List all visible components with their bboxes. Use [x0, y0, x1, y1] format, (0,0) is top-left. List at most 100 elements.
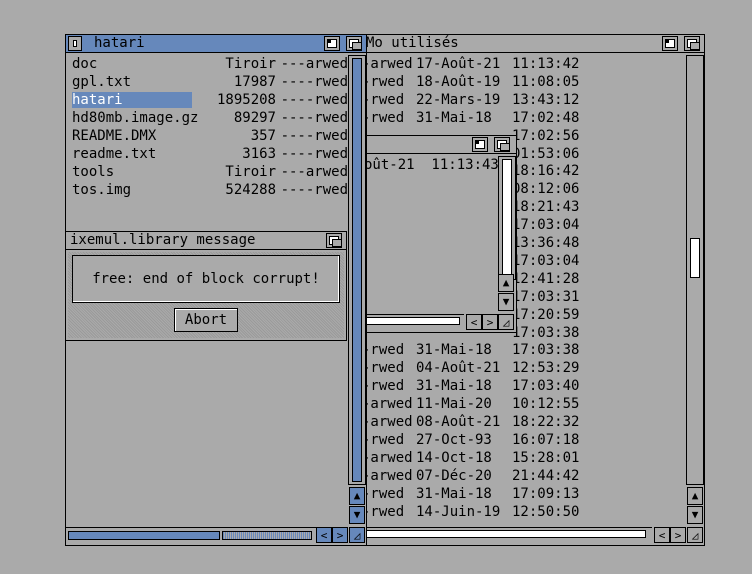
- file-protection: ----rwed: [280, 74, 348, 90]
- item-time: 13:36:48: [512, 235, 580, 251]
- item-protection: -rwed: [364, 360, 405, 377]
- scroll-left-arrow-icon[interactable]: <: [466, 314, 482, 330]
- item-time: 17:03:31: [512, 288, 580, 305]
- file-size: 524288: [225, 182, 276, 198]
- hatari-window-titlebar[interactable]: hatari: [66, 35, 366, 53]
- list-item[interactable]: -rwed 18-Août-19 11:08:05: [364, 73, 684, 91]
- item-date: 31-Mai-18: [416, 342, 492, 359]
- right-window-titlebar[interactable]: Mo utilisés: [346, 35, 704, 53]
- dialog-message-box: free: end of block corrupt!: [72, 255, 340, 303]
- scroll-up-arrow-icon[interactable]: ▲: [349, 487, 365, 505]
- depth-gadget-icon[interactable]: [346, 36, 362, 51]
- inner-horizontal-scrollbar[interactable]: [364, 314, 464, 330]
- right-scroll-knob[interactable]: [690, 238, 700, 278]
- list-item[interactable]: -rwed 14-Juin-19 12:50:50: [364, 503, 684, 521]
- zoom-gadget-icon[interactable]: [662, 36, 678, 51]
- zoom-gadget-icon[interactable]: [472, 137, 488, 152]
- item-protection: -arwed: [364, 414, 413, 430]
- file-size: 3163: [242, 146, 276, 162]
- file-row[interactable]: tools Tiroir ---arwed: [72, 163, 348, 181]
- file-name: gpl.txt: [72, 74, 132, 90]
- file-name: tools: [72, 164, 115, 180]
- abort-button[interactable]: Abort: [174, 308, 238, 332]
- item-time: 17:20:59: [512, 306, 580, 323]
- file-size: 17987: [233, 74, 276, 90]
- hatari-horizontal-scrollbar[interactable]: [66, 527, 316, 545]
- file-name: README.DMX: [72, 128, 157, 144]
- inner-vertical-scrollbar[interactable]: [498, 156, 516, 280]
- right-window-title: Mo utilisés: [366, 35, 459, 51]
- resize-gadget-icon[interactable]: ◿: [498, 314, 514, 330]
- file-row[interactable]: tos.img 524288 ----rwed: [72, 181, 348, 199]
- list-item[interactable]: -arwed 07-Déc-20 21:44:42: [364, 467, 684, 485]
- file-name: doc: [72, 56, 98, 72]
- item-protection: -rwed: [364, 503, 405, 520]
- scroll-up-arrow-icon[interactable]: ▲: [687, 487, 703, 505]
- file-name: hd80mb.image.gz: [72, 110, 199, 126]
- list-item[interactable]: -rwed 31-Mai-18 17:09:13: [364, 485, 684, 503]
- list-item[interactable]: -arwed 17-Août-21 11:13:42: [364, 55, 684, 73]
- scroll-right-arrow-icon[interactable]: >: [482, 314, 498, 330]
- list-item[interactable]: -arwed 11-Mai-20 10:12:55: [364, 395, 684, 413]
- item-time: 17:02:48: [512, 109, 580, 126]
- list-item[interactable]: -rwed 22-Mars-19 13:43:12: [364, 91, 684, 109]
- list-item[interactable]: -rwed 31-Mai-18 17:02:48: [364, 109, 684, 127]
- item-date: 17-Août-21: [416, 56, 501, 72]
- inner-window-titlebar[interactable]: [346, 136, 516, 154]
- item-time: 17:03:40: [512, 378, 580, 395]
- resize-gadget-icon[interactable]: ◿: [349, 527, 365, 543]
- item-time: 16:07:18: [512, 431, 580, 448]
- close-gadget-icon[interactable]: [68, 36, 82, 51]
- file-protection: ----rwed: [280, 146, 348, 162]
- item-time: 10:12:55: [512, 396, 580, 413]
- item-time: 08:12:06: [512, 181, 580, 198]
- dialog-titlebar[interactable]: ixemul.library message: [66, 232, 346, 250]
- item-date: 31-Mai-18: [416, 378, 492, 395]
- list-item[interactable]: -arwed 14-Oct-18 15:28:01: [364, 449, 684, 467]
- dialog-message: free: end of block corrupt!: [92, 271, 320, 287]
- resize-gadget-icon[interactable]: ◿: [687, 527, 703, 543]
- item-protection: -rwed: [364, 342, 405, 359]
- scroll-down-arrow-icon[interactable]: ▼: [498, 293, 514, 311]
- item-time: 17:03:04: [512, 252, 580, 269]
- hatari-window-title: hatari: [94, 35, 145, 51]
- item-protection: -arwed: [364, 467, 413, 484]
- scroll-down-arrow-icon[interactable]: ▼: [349, 506, 365, 524]
- item-date: 22-Mars-19: [416, 91, 501, 108]
- item-time: 12:53:29: [512, 360, 580, 377]
- scroll-left-arrow-icon[interactable]: <: [316, 527, 332, 543]
- inner-window: oût-21 11:13:43 ▲ ▼ < > ◿: [345, 135, 517, 333]
- scroll-down-arrow-icon[interactable]: ▼: [687, 506, 703, 524]
- item-time: 15:28:01: [512, 449, 580, 466]
- file-row[interactable]: gpl.txt 17987 ----rwed: [72, 73, 348, 91]
- list-item[interactable]: -rwed 31-Mai-18 17:03:38: [364, 341, 684, 359]
- file-name: hatari: [72, 92, 192, 108]
- depth-gadget-icon[interactable]: [326, 233, 342, 248]
- scroll-right-arrow-icon[interactable]: >: [332, 527, 348, 543]
- hatari-scroll-knob[interactable]: [352, 58, 362, 482]
- right-vertical-scrollbar[interactable]: [686, 55, 704, 485]
- depth-gadget-icon[interactable]: [494, 137, 510, 152]
- item-time: 12:50:50: [512, 503, 580, 520]
- list-item[interactable]: -rwed 31-Mai-18 17:03:40: [364, 377, 684, 395]
- file-row[interactable]: readme.txt 3163 ----rwed: [72, 145, 348, 163]
- depth-gadget-icon[interactable]: [684, 36, 700, 51]
- file-row[interactable]: README.DMX 357 ----rwed: [72, 127, 348, 145]
- list-item[interactable]: -rwed 04-Août-21 12:53:29: [364, 359, 684, 377]
- list-item[interactable]: -rwed 27-Oct-93 16:07:18: [364, 431, 684, 449]
- scroll-up-arrow-icon[interactable]: ▲: [498, 274, 514, 292]
- dialog-title: ixemul.library message: [70, 232, 256, 248]
- item-time: 17:03:38: [512, 342, 580, 359]
- inner-scroll-knob[interactable]: [502, 159, 512, 275]
- zoom-gadget-icon[interactable]: [324, 36, 340, 51]
- scroll-left-arrow-icon[interactable]: <: [654, 527, 670, 543]
- file-row[interactable]: doc Tiroir ---arwed: [72, 55, 348, 73]
- file-row[interactable]: hd80mb.image.gz 89297 ----rwed: [72, 109, 348, 127]
- item-time: 13:43:12: [512, 91, 580, 108]
- file-row[interactable]: hatari 1895208 ----rwed: [72, 91, 348, 109]
- file-size: 357: [250, 128, 276, 144]
- hatari-vertical-scrollbar[interactable]: [348, 55, 366, 485]
- list-item[interactable]: -arwed 08-Août-21 18:22:32: [364, 413, 684, 431]
- scroll-right-arrow-icon[interactable]: >: [670, 527, 686, 543]
- right-horizontal-scrollbar[interactable]: [364, 527, 652, 543]
